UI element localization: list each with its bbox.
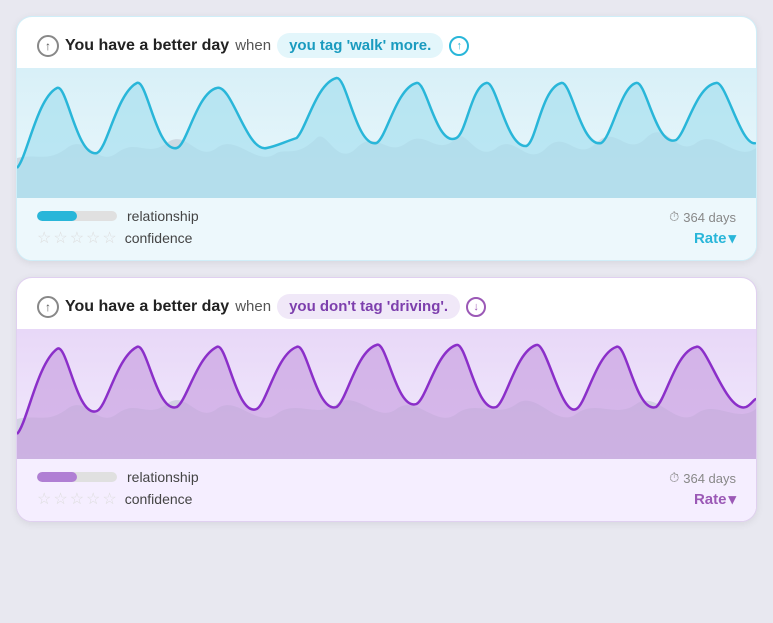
chevron-down-icon-2: ▾ bbox=[728, 490, 736, 508]
when-text-2: when bbox=[235, 298, 271, 315]
footer-left-2: relationship ☆ ☆ ☆ ☆ ☆ confidence bbox=[37, 469, 199, 509]
relationship-row-2: relationship bbox=[37, 469, 199, 485]
days-text-2: ⏱ 364 days bbox=[669, 470, 736, 486]
rel-label: relationship bbox=[127, 208, 199, 224]
main-text: You have a better day bbox=[65, 37, 229, 55]
rate-label-2: Rate bbox=[694, 491, 727, 508]
relationship-row: relationship bbox=[37, 208, 199, 224]
walk-card: ↑ You have a better day when you tag 'wa… bbox=[16, 16, 757, 261]
main-text-2: You have a better day bbox=[65, 298, 229, 316]
days-text: ⏱ 364 days bbox=[669, 209, 736, 225]
rate-button[interactable]: Rate ▾ bbox=[694, 229, 736, 247]
trailing-arrow-down-icon: ↓ bbox=[466, 297, 486, 317]
star-3[interactable]: ☆ bbox=[70, 228, 84, 248]
days-value: 364 days bbox=[683, 210, 736, 225]
star-2[interactable]: ☆ bbox=[53, 228, 67, 248]
arrow-up-icon: ↑ bbox=[37, 35, 59, 57]
stars: ☆ ☆ ☆ ☆ ☆ bbox=[37, 228, 117, 248]
footer-right: ⏱ 364 days Rate ▾ bbox=[669, 209, 736, 247]
rate-label: Rate bbox=[694, 230, 727, 247]
driving-card: ↑ You have a better day when you don't t… bbox=[16, 277, 757, 522]
arrow-up-icon-2: ↑ bbox=[37, 296, 59, 318]
highlight-pill-2: you don't tag 'driving'. bbox=[277, 294, 460, 319]
confidence-row: ☆ ☆ ☆ ☆ ☆ confidence bbox=[37, 228, 199, 248]
when-text: when bbox=[235, 37, 271, 54]
card-footer-purple: relationship ☆ ☆ ☆ ☆ ☆ confidence ⏱ 364 … bbox=[17, 459, 756, 521]
rel-bar-fill-2 bbox=[37, 472, 77, 482]
clock-icon-2: ⏱ bbox=[669, 470, 679, 486]
rel-bar bbox=[37, 211, 117, 221]
star-2-1[interactable]: ☆ bbox=[37, 489, 51, 509]
rel-bar-2 bbox=[37, 472, 117, 482]
confidence-row-2: ☆ ☆ ☆ ☆ ☆ confidence bbox=[37, 489, 199, 509]
chart-blue bbox=[17, 68, 756, 198]
rel-label-2: relationship bbox=[127, 469, 199, 485]
trailing-arrow-up-icon: ↑ bbox=[449, 36, 469, 56]
rate-button-2[interactable]: Rate ▾ bbox=[694, 490, 736, 508]
card-header-2: ↑ You have a better day when you don't t… bbox=[17, 278, 756, 329]
footer-right-2: ⏱ 364 days Rate ▾ bbox=[669, 470, 736, 508]
star-2-2[interactable]: ☆ bbox=[53, 489, 67, 509]
star-1[interactable]: ☆ bbox=[37, 228, 51, 248]
star-2-3[interactable]: ☆ bbox=[70, 489, 84, 509]
star-2-5[interactable]: ☆ bbox=[102, 489, 116, 509]
footer-left: relationship ☆ ☆ ☆ ☆ ☆ confidence bbox=[37, 208, 199, 248]
stars-2: ☆ ☆ ☆ ☆ ☆ bbox=[37, 489, 117, 509]
star-5[interactable]: ☆ bbox=[102, 228, 116, 248]
clock-icon: ⏱ bbox=[669, 209, 679, 225]
card-footer-blue: relationship ☆ ☆ ☆ ☆ ☆ confidence ⏱ 364 … bbox=[17, 198, 756, 260]
rel-bar-fill bbox=[37, 211, 77, 221]
star-4[interactable]: ☆ bbox=[86, 228, 100, 248]
chevron-down-icon: ▾ bbox=[728, 229, 736, 247]
conf-label: confidence bbox=[125, 230, 193, 246]
days-value-2: 364 days bbox=[683, 471, 736, 486]
star-2-4[interactable]: ☆ bbox=[86, 489, 100, 509]
chart-purple bbox=[17, 329, 756, 459]
highlight-pill: you tag 'walk' more. bbox=[277, 33, 443, 58]
card-header: ↑ You have a better day when you tag 'wa… bbox=[17, 17, 756, 68]
conf-label-2: confidence bbox=[125, 491, 193, 507]
